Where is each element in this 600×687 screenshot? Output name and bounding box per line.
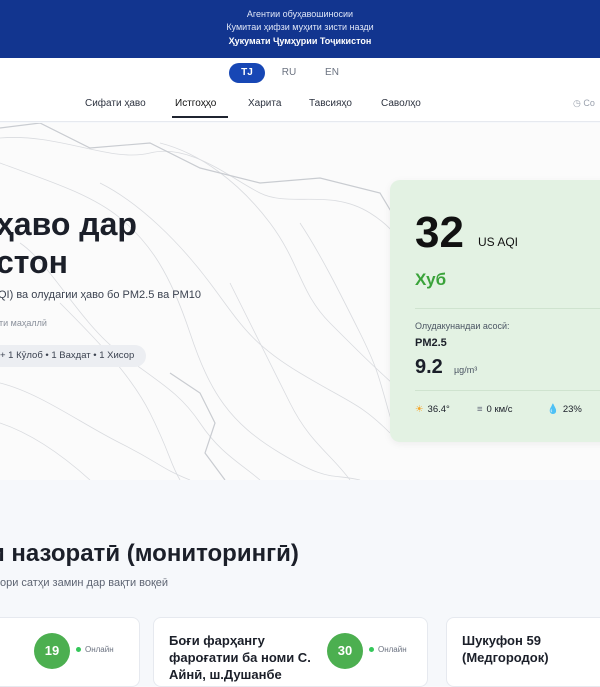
hero-subtitle: QI) ва олудагии ҳаво бо PM2.5 ва PM10 (0, 289, 202, 301)
monitoring-title: и назоратӣ (мониторингӣ) (0, 540, 299, 567)
nav-item-faq[interactable]: Саволҳо (381, 98, 421, 109)
agency-name-line2: Кумитаи ҳифзи муҳити зисти назди (226, 22, 374, 32)
divider (415, 308, 600, 309)
pollutant-value: 9.2 (415, 356, 443, 378)
station-name-line1: Шукуфон 59 (462, 633, 541, 648)
station-card[interactable]: Боғи фарҳангу фароғатии ба номи С. Айнӣ,… (153, 617, 428, 687)
wind-icon: ≡ (477, 404, 483, 415)
main-pollutant-label: Олудакунандаи асосӣ: (415, 321, 510, 331)
station-name: Боғи фарҳангу фароғатии ба номи С. Айнӣ,… (169, 632, 311, 683)
cities-chip[interactable]: + 1 Кӯлоб • 1 Вахдат • 1 Хисор (0, 345, 147, 367)
station-name-line2: (Медгородок) (462, 650, 549, 665)
online-dot-icon (76, 647, 81, 653)
online-status: Онлайн (76, 645, 114, 654)
aqi-card: 32 US AQI Хуб Олудакунандаи асосӣ: PM2.5… (390, 180, 600, 442)
aqi-status: Хуб (415, 270, 447, 289)
aqi-unit: US AQI (478, 235, 519, 249)
aqi-value: 32 (415, 208, 464, 257)
online-dot-icon (369, 647, 374, 653)
nav-item-recommendations[interactable]: Тавсияҳо (309, 98, 352, 109)
divider (415, 390, 600, 391)
monitoring-subtitle: ори сатҳи замин дар вақти воқеӣ (0, 577, 169, 589)
droplet-icon: 💧 (547, 404, 559, 415)
station-name-line1: Боғи фарҳангу (169, 633, 265, 648)
wind-value: 0 км/с (486, 404, 513, 415)
nav-right-text: Со (583, 98, 595, 108)
sun-icon: ☀ (415, 404, 424, 415)
station-card[interactable]: 19 Онлайн (0, 617, 140, 687)
aqi-badge: 19 (34, 633, 70, 669)
lang-tj-button[interactable]: TJ (229, 63, 265, 83)
wind-readout: ≡ 0 км/с (477, 404, 513, 415)
agency-name-line3: Ҳукумати Ҷумҳурии Тоҷикистон (228, 36, 372, 46)
clock-icon: ◷ (573, 98, 581, 108)
hero-note: ти маҳаллӣ (0, 318, 47, 328)
temperature-readout: ☀ 36.4° (415, 404, 450, 415)
hero-title-line1: ҳаво дар (0, 206, 137, 242)
nav-item-map[interactable]: Харита (248, 98, 281, 109)
station-name-line2: фароғатии ба номи С. (169, 650, 311, 665)
lang-ru-button[interactable]: RU (272, 63, 306, 83)
online-status: Онлайн (369, 645, 407, 654)
hero-title-line2: стон (0, 244, 68, 280)
station-name-line3: Айнӣ, ш.Душанбе (169, 667, 282, 682)
main-nav: Сифати ҳаво Истгоҳҳо Харита Тавсияҳо Сав… (0, 88, 600, 122)
nav-clock[interactable]: ◷ Со (573, 98, 595, 109)
online-label: Онлайн (85, 645, 114, 654)
station-name: Шукуфон 59 (Медгородок) (462, 632, 549, 666)
nav-item-stations[interactable]: Истгоҳҳо (175, 98, 216, 109)
humidity-value: 23% (562, 404, 582, 415)
lang-en-button[interactable]: EN (315, 63, 349, 83)
pollutant-unit: µg/m³ (454, 365, 478, 375)
online-label: Онлайн (378, 645, 407, 654)
humidity-readout: 💧 23% (547, 404, 582, 415)
station-card[interactable]: Шукуфон 59 (Медгородок) (446, 617, 600, 687)
hero-title: ҳаво дар стон (0, 205, 137, 281)
language-switcher: TJ RU EN (0, 58, 600, 88)
aqi-badge: 30 (327, 633, 363, 669)
main-pollutant-name: PM2.5 (415, 337, 447, 349)
agency-header: Агентии обуҳавошиносии Кумитаи ҳифзи муҳ… (0, 0, 600, 58)
nav-item-air-quality[interactable]: Сифати ҳаво (85, 98, 146, 109)
agency-name-line1: Агентии обуҳавошиносии (246, 9, 354, 19)
nav-active-underline (172, 116, 228, 118)
temperature-value: 36.4° (427, 404, 450, 415)
